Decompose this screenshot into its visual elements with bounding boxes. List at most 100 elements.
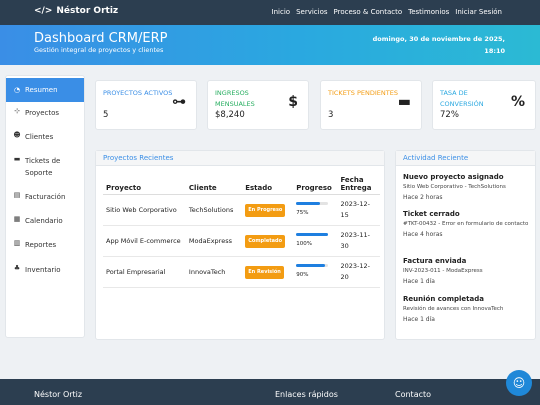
recent-activity-panel: Actividad Reciente Nuevo proyecto asigna…: [395, 150, 536, 340]
panel-title: Proyectos Recientes: [96, 151, 384, 166]
sidebar-item-resumen[interactable]: ◔ Resumen: [6, 78, 84, 102]
status-badge: En Progreso: [245, 203, 286, 217]
activity-title: Nuevo proyecto asignado: [403, 173, 504, 181]
activity-item: Factura enviada INV-2023-011 - ModaExpre…: [403, 257, 533, 285]
progress-bar: [296, 201, 329, 205]
project-diagram-icon: ⊹: [14, 107, 20, 115]
sidebar-item-label: Facturación: [25, 193, 66, 201]
sidebar-item-inventario[interactable]: ♣ Inventario: [6, 264, 84, 276]
activity-item: Ticket cerrado #TKT-00432 - Error en for…: [403, 210, 533, 238]
table-row[interactable]: App Móvil E-commerce ModaExpress Complet…: [103, 225, 380, 257]
activity-title: Factura enviada: [403, 257, 467, 265]
date-text: domingo, 30 de noviembre de 2025,: [372, 35, 505, 43]
activity-time: Hace 1 día: [403, 278, 435, 285]
dollar-icon: $: [288, 94, 298, 110]
project-name: Portal Empresarial: [103, 256, 186, 288]
column-header: Cliente: [185, 174, 243, 195]
projects-table: Proyecto Cliente Estado Progreso Fecha E…: [103, 174, 380, 288]
sidebar-item-label: Calendario: [25, 217, 63, 225]
table-row[interactable]: Portal Empresarial InnovaTech En Revisió…: [103, 256, 380, 288]
project-name: App Móvil E-commerce: [103, 225, 186, 257]
dashboard-header: Dashboard CRM/ERP Gestión integral de pr…: [0, 25, 540, 65]
nav-link-servicios[interactable]: Servicios: [296, 8, 327, 16]
progress-fill: [296, 232, 329, 236]
due-date: 2023-11-30: [337, 225, 380, 257]
table-header-row: Proyecto Cliente Estado Progreso Fecha E…: [103, 174, 380, 195]
stat-title: PROYECTOS ACTIVOS: [103, 89, 173, 97]
sidebar-item-label: Resumen: [25, 86, 58, 94]
activity-desc: Revisión de avances con InnovaTech: [403, 306, 504, 312]
progress-bar: [296, 232, 329, 236]
column-header: Fecha Entrega: [337, 174, 380, 195]
activity-time: Hace 1 día: [403, 316, 435, 323]
brand[interactable]: </> Néstor Ortiz: [34, 6, 118, 16]
stat-value: 5: [103, 110, 109, 120]
recent-projects-panel: Proyectos Recientes Proyecto Cliente Est…: [95, 150, 385, 340]
sidebar-item-reportes[interactable]: ▥ Reportes: [6, 239, 84, 251]
sidebar-item-proyectos[interactable]: ⊹ Proyectos: [6, 107, 84, 119]
brand-name: Néstor Ortiz: [56, 6, 119, 16]
table-row[interactable]: Sitio Web Corporativo TechSolutions En P…: [103, 194, 380, 226]
chatbot-button[interactable]: ☺: [506, 370, 532, 396]
stat-title: INGRESOS MENSUALES: [215, 89, 255, 108]
stat-card-conversion: TASA DE CONVERSIÓN 72% %: [432, 80, 536, 130]
progress-value: 100%: [296, 240, 312, 247]
project-diagram-icon: ⊶: [172, 94, 186, 110]
time-text: 18:10: [484, 47, 505, 55]
nav-link-testimonios[interactable]: Testimonios: [408, 8, 449, 16]
stat-value: $8,240: [215, 110, 245, 120]
stat-card-proyectos: PROYECTOS ACTIVOS 5 ⊶: [95, 80, 197, 130]
status-badge: En Revisión: [245, 265, 284, 279]
progress-value: 90%: [296, 271, 309, 278]
stat-card-ingresos: INGRESOS MENSUALES $8,240 $: [207, 80, 309, 130]
stat-value: 3: [328, 110, 334, 120]
sidebar-item-label: Proyectos: [25, 109, 60, 117]
sidebar-item-clientes[interactable]: ☻ Clientes: [6, 131, 84, 143]
gauge-icon: ◔: [13, 86, 21, 94]
nav-link-inicio[interactable]: Inicio: [272, 8, 291, 16]
sidebar-item-label: Inventario: [25, 266, 61, 274]
chart-icon: ▥: [13, 239, 21, 247]
stat-value: 72%: [440, 110, 459, 120]
calendar-icon: ▦: [13, 215, 21, 223]
progress-value: 75%: [296, 209, 309, 216]
activity-title: Ticket cerrado: [403, 210, 460, 218]
users-icon: ☻: [13, 131, 21, 139]
footer-brand: Néstor Ortiz: [34, 390, 83, 399]
activity-item: Nuevo proyecto asignado Sitio Web Corpor…: [403, 173, 533, 201]
sidebar-item-facturacion[interactable]: ▤ Facturación: [6, 191, 84, 203]
progress-fill: [296, 263, 326, 267]
nav-link-iniciar-sesion[interactable]: Iniciar Sesión: [455, 8, 502, 16]
due-date: 2023-12-20: [337, 256, 380, 288]
nav-links: Inicio Servicios Proceso & Contacto Test…: [272, 8, 502, 16]
page-title: Dashboard CRM/ERP: [34, 31, 168, 46]
sidebar-item-tickets[interactable]: ▬ Tickets de Soporte: [6, 155, 84, 179]
activity-desc: INV-2023-011 - ModaExpress: [403, 268, 483, 274]
project-client: InnovaTech: [185, 256, 243, 288]
footer: Néstor Ortiz Enlaces rápidos Contacto: [0, 379, 540, 405]
top-navbar: </> Néstor Ortiz Inicio Servicios Proces…: [0, 0, 540, 25]
sidebar-item-label: Clientes: [25, 133, 54, 141]
nav-link-proceso-contacto[interactable]: Proceso & Contacto: [334, 8, 403, 16]
panel-title: Actividad Reciente: [396, 151, 535, 166]
column-header: Estado: [242, 174, 294, 195]
activity-desc: #TKT-00432 - Error en formulario de cont…: [403, 221, 529, 227]
project-name: Sitio Web Corporativo: [103, 194, 186, 226]
ticket-icon: ▬: [13, 155, 21, 163]
progress-fill: [296, 201, 321, 205]
sitemap-icon: ♣: [13, 264, 21, 272]
activity-title: Reunión completada: [403, 295, 484, 303]
project-client: TechSolutions: [185, 194, 243, 226]
robot-icon: ☺: [512, 376, 526, 390]
activity-desc: Sitio Web Corporativo - TechSolutions: [403, 184, 506, 190]
activity-time: Hace 2 horas: [403, 194, 443, 201]
project-client: ModaExpress: [185, 225, 243, 257]
due-date: 2023-12-15: [337, 194, 380, 226]
stat-title: TASA DE CONVERSIÓN: [440, 89, 484, 108]
code-icon: </>: [34, 6, 53, 16]
sidebar-item-calendario[interactable]: ▦ Calendario: [6, 215, 84, 227]
footer-quick-links-heading: Enlaces rápidos: [275, 390, 338, 399]
sidebar-item-label: Tickets de Soporte: [25, 157, 61, 177]
sidebar-item-label: Reportes: [25, 241, 57, 249]
page-subtitle: Gestión integral de proyectos y clientes: [34, 46, 164, 54]
